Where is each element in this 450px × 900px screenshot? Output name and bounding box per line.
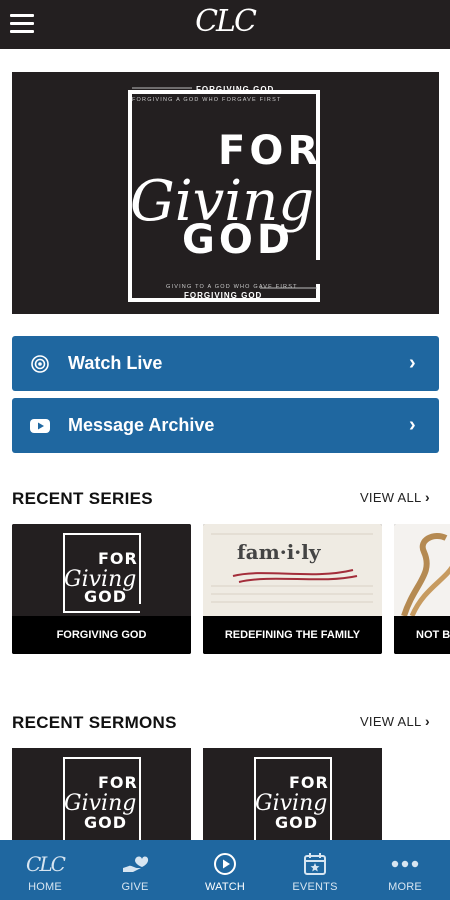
nav-give-label: GIVE xyxy=(121,881,149,893)
featured-series-banner[interactable]: FORGIVING GOD FORGIVING A GOD WHO FORGAV… xyxy=(12,72,439,314)
recent-series-title: RECENT SERIES xyxy=(12,489,153,508)
chevron-right-icon: › xyxy=(409,352,416,374)
svg-text:GOD: GOD xyxy=(84,587,127,606)
hero-bottom-title: FORGIVING GOD xyxy=(184,291,262,300)
hero-line-for: FOR xyxy=(218,128,322,174)
top-app-bar: CLC xyxy=(0,0,450,49)
sermon-card[interactable]: FOR Giving GOD xyxy=(203,748,382,843)
series-card-title: FORGIVING GOD xyxy=(12,616,191,654)
app-screen: CLC FORGIVING GOD FORGIVING A GOD WHO FO… xyxy=(0,0,450,900)
svg-text:FOR: FOR xyxy=(98,773,138,792)
recent-sermons-title: RECENT SERMONS xyxy=(12,713,177,732)
series-card-title: NOT B xyxy=(394,616,450,654)
clc-logo-icon: CLC xyxy=(26,852,66,876)
more-dots-icon xyxy=(391,849,419,879)
series-thumbnail xyxy=(394,524,450,616)
nav-watch[interactable]: WATCH xyxy=(180,840,270,900)
sermon-card[interactable]: FOR Giving GOD xyxy=(12,748,191,843)
nav-watch-label: WATCH xyxy=(204,881,246,893)
hero-bottom-subtitle: GIVING TO A GOD WHO GAVE FIRST xyxy=(166,284,298,290)
chevron-right-icon: › xyxy=(425,713,430,729)
calendar-icon xyxy=(303,849,327,879)
nav-events[interactable]: EVENTS xyxy=(270,840,360,900)
play-circle-icon xyxy=(213,849,237,879)
message-archive-label: Message Archive xyxy=(68,415,215,435)
chevron-right-icon: › xyxy=(409,414,416,436)
view-all-label: VIEW ALL xyxy=(359,714,422,729)
recent-series-carousel[interactable]: FOR Giving GOD FORGIVING GOD fam·i·ly RE… xyxy=(12,524,450,656)
watch-live-button[interactable]: Watch Live › xyxy=(12,336,439,391)
bottom-navigation: CLC HOME GIVE WATCH EVENTS MORE xyxy=(0,840,450,900)
sermon-thumbnail: FOR Giving GOD xyxy=(12,748,191,843)
svg-text:GOD: GOD xyxy=(275,813,318,832)
series-card-title: REDEFINING THE FAMILY xyxy=(203,616,382,654)
family-art-title: fam·i·ly xyxy=(237,540,322,564)
broadcast-icon xyxy=(12,354,68,374)
recent-series-view-all[interactable]: VIEW ALL › xyxy=(360,489,430,505)
nav-give[interactable]: GIVE xyxy=(90,840,180,900)
series-card[interactable]: NOT B xyxy=(394,524,450,654)
hero-line-god: GOD xyxy=(182,217,294,263)
series-card[interactable]: FOR Giving GOD FORGIVING GOD xyxy=(12,524,191,654)
hero-top-subtitle: FORGIVING A GOD WHO FORGAVE FIRST xyxy=(132,97,282,103)
svg-text:FOR: FOR xyxy=(98,549,138,568)
message-archive-button[interactable]: Message Archive › xyxy=(12,398,439,453)
nav-events-label: EVENTS xyxy=(292,881,338,893)
forgiving-god-artwork: FORGIVING GOD FORGIVING A GOD WHO FORGAV… xyxy=(128,85,322,302)
nav-home-label: HOME xyxy=(28,881,62,893)
nav-home[interactable]: CLC HOME xyxy=(0,840,90,900)
chevron-right-icon: › xyxy=(425,489,430,505)
svg-text:GOD: GOD xyxy=(84,813,127,832)
nav-more-label: MORE xyxy=(388,881,422,893)
play-video-icon xyxy=(12,418,68,434)
app-logo: CLC xyxy=(195,4,257,39)
series-card[interactable]: fam·i·ly REDEFINING THE FAMILY xyxy=(203,524,382,654)
svg-text:FOR: FOR xyxy=(289,773,329,792)
heart-hand-icon xyxy=(121,849,149,879)
hero-top-title: FORGIVING GOD xyxy=(196,85,274,94)
series-thumbnail: fam·i·ly xyxy=(203,524,382,616)
view-all-label: VIEW ALL xyxy=(359,490,422,505)
watch-live-label: Watch Live xyxy=(68,353,163,373)
sermon-thumbnail: FOR Giving GOD xyxy=(203,748,382,843)
recent-sermons-view-all[interactable]: VIEW ALL › xyxy=(360,713,430,729)
recent-sermons-carousel[interactable]: FOR Giving GOD FOR Giving GOD xyxy=(12,748,382,843)
series-thumbnail: FOR Giving GOD xyxy=(12,524,191,616)
nav-more[interactable]: MORE xyxy=(360,840,450,900)
